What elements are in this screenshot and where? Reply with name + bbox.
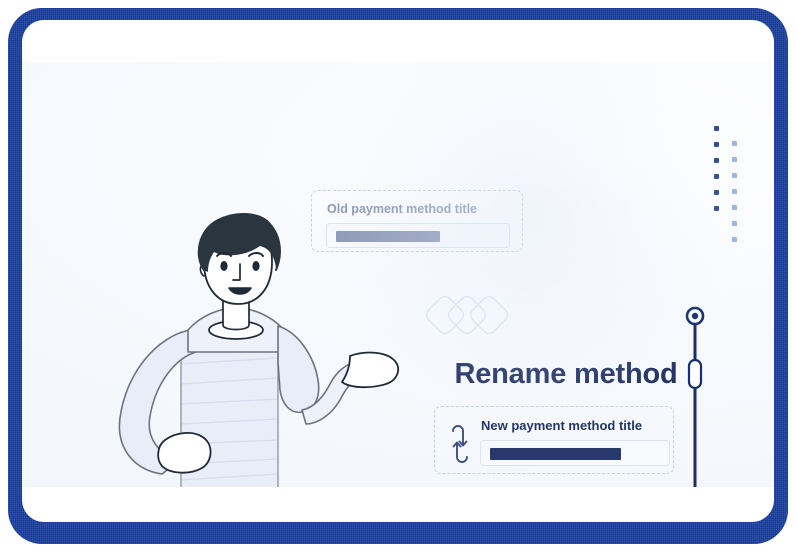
chevron-diamonds xyxy=(425,295,509,335)
dot-dark xyxy=(714,126,719,131)
vertical-progress-slider[interactable] xyxy=(684,306,706,487)
dot-light xyxy=(732,221,737,226)
dot-light xyxy=(732,141,737,146)
person-presenting-illustration xyxy=(118,213,400,487)
slider-top-dot xyxy=(691,312,699,320)
new-payment-method-field-card: New payment method title xyxy=(434,406,674,474)
new-payment-method-value-bar xyxy=(490,448,621,460)
old-payment-method-input[interactable] xyxy=(326,223,510,248)
dot-light xyxy=(732,189,737,194)
dot-dark xyxy=(714,206,719,211)
old-payment-method-label: Old payment method title xyxy=(327,202,478,216)
new-payment-method-input[interactable] xyxy=(480,440,670,466)
slider-handle[interactable] xyxy=(687,358,703,390)
new-payment-method-label: New payment method title xyxy=(481,418,643,433)
old-payment-method-field-card: Old payment method title xyxy=(311,190,523,252)
dot-dark xyxy=(714,190,719,195)
dot-light xyxy=(732,173,737,178)
page-title: Rename method xyxy=(454,358,678,390)
slider-top-marker[interactable] xyxy=(685,306,705,326)
dot-light xyxy=(732,157,737,162)
dot-dark xyxy=(714,142,719,147)
old-payment-method-value-bar xyxy=(336,231,440,242)
dot-grid xyxy=(686,126,737,242)
dot-light xyxy=(732,205,737,210)
dot-light xyxy=(732,237,737,242)
swap-vertical-icon xyxy=(452,425,468,463)
slide-card: Rename method Old payment method title N… xyxy=(22,20,774,522)
dot-dark xyxy=(714,158,719,163)
slide-canvas: Rename method Old payment method title N… xyxy=(22,62,774,487)
dot-dark xyxy=(714,174,719,179)
